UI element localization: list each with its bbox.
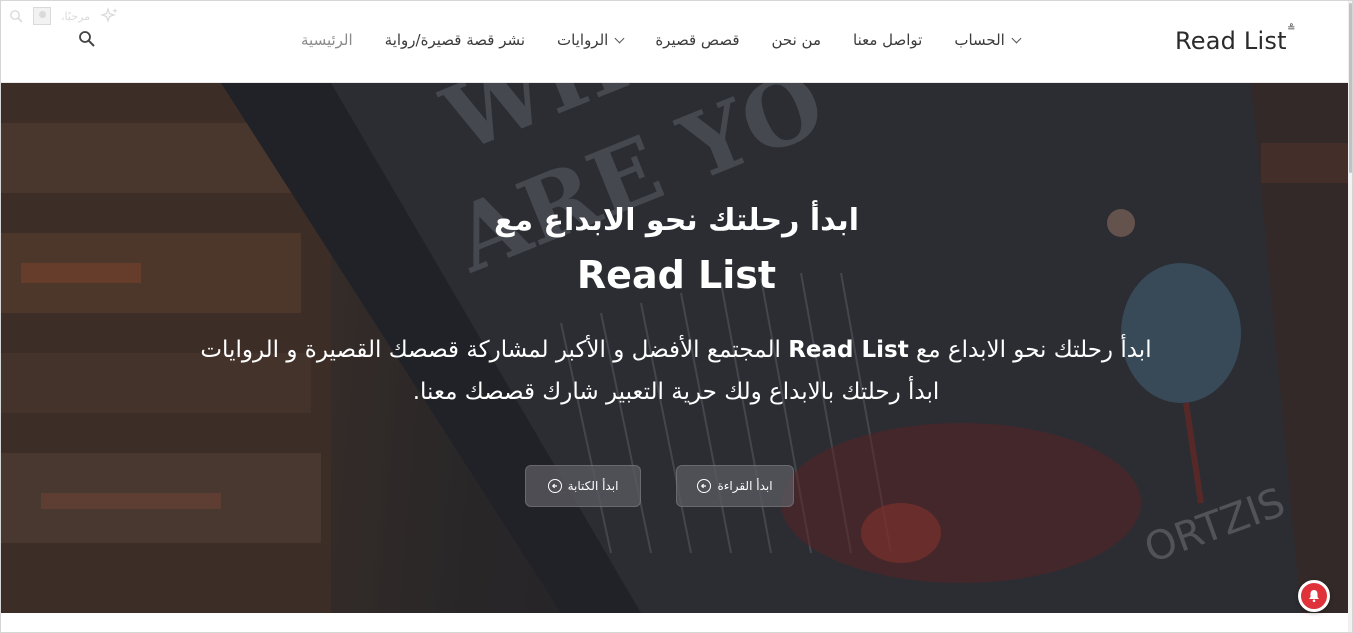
scrollbar-thumb[interactable] (1349, 3, 1352, 173)
hero-desc-line-1: ابدأ رحلتك نحو الابداع مع Read List المج… (151, 329, 1201, 371)
chevron-down-icon (614, 33, 625, 43)
nav-item-label: من نحن (771, 31, 822, 49)
notification-bell-icon[interactable] (1298, 580, 1330, 612)
nav-item-label: قصص قصيرة (655, 31, 740, 49)
nav-item-short-stories[interactable]: قصص قصيرة (655, 31, 739, 49)
nav-item-contact[interactable]: تواصل معنا (853, 31, 922, 49)
nav-item-novels[interactable]: الروايات (557, 31, 625, 49)
site-logo[interactable]: Read List ≗ (1175, 23, 1295, 55)
nav-item-label: تواصل معنا (853, 31, 923, 49)
nav-item-label: الحساب (954, 31, 1005, 49)
arrow-left-circle-icon (697, 479, 712, 493)
hero-desc-line-2: ابدأ رحلتك بالابداع ولك حرية التعبير شار… (412, 379, 940, 405)
search-icon[interactable] (78, 30, 96, 52)
hero-title: Read List (576, 253, 777, 297)
hero-desc-text: المجتمع الأفضل و الأكبر لمشاركة قصصك الق… (200, 337, 781, 363)
hero-content: ابدأ رحلتك نحو الابداع مع Read List ابدأ… (1, 83, 1352, 613)
start-writing-button[interactable]: ابدأ الكتابة (525, 465, 641, 507)
nav-item-label: الروايات (557, 31, 609, 49)
start-reading-label: ابدأ القراءة (717, 479, 773, 493)
nav-item-publish[interactable]: نشر قصة قصيرة/رواية (385, 31, 525, 49)
brand-name: Read List (1175, 27, 1287, 55)
hero-description: ابدأ رحلتك نحو الابداع مع Read List المج… (151, 329, 1201, 413)
hero-section: WH ARE YO ORTZIS ابدأ رحلتك نحو الابداع … (1, 83, 1352, 613)
nav-item-about[interactable]: من نحن (772, 31, 822, 49)
admin-toolbar: مرحبًا، (9, 7, 120, 25)
nav-item-home[interactable]: الرئيسية (301, 31, 353, 49)
avatar[interactable] (33, 7, 51, 25)
site-header: مرحبًا، Read List ≗ الحساب تواصل معنا من… (1, 1, 1352, 83)
admin-greeting: مرحبًا، (61, 9, 90, 23)
sparkle-icon[interactable] (100, 7, 120, 25)
nav-item-label: نشر قصة قصيرة/رواية (384, 31, 526, 49)
hero-subtitle: ابدأ رحلتك نحو الابداع مع (493, 203, 859, 238)
chevron-down-icon (1011, 33, 1022, 43)
hero-desc-brand: Read List (788, 337, 909, 363)
arrow-left-circle-icon (547, 479, 562, 493)
main-nav: الحساب تواصل معنا من نحن قصص قصيرة الروا… (301, 31, 1022, 49)
page-scrollbar[interactable] (1348, 1, 1352, 632)
admin-search-icon[interactable] (9, 9, 23, 23)
hero-desc-text: ابدأ رحلتك نحو الابداع مع (916, 337, 1152, 363)
nav-item-account[interactable]: الحساب (954, 31, 1022, 49)
page: مرحبًا، Read List ≗ الحساب تواصل معنا من… (0, 0, 1353, 633)
start-writing-label: ابدأ الكتابة (567, 479, 619, 493)
nav-item-label: الرئيسية (301, 31, 353, 49)
start-reading-button[interactable]: ابدأ القراءة (676, 465, 794, 507)
logo-mark-icon: ≗ (1287, 23, 1296, 34)
